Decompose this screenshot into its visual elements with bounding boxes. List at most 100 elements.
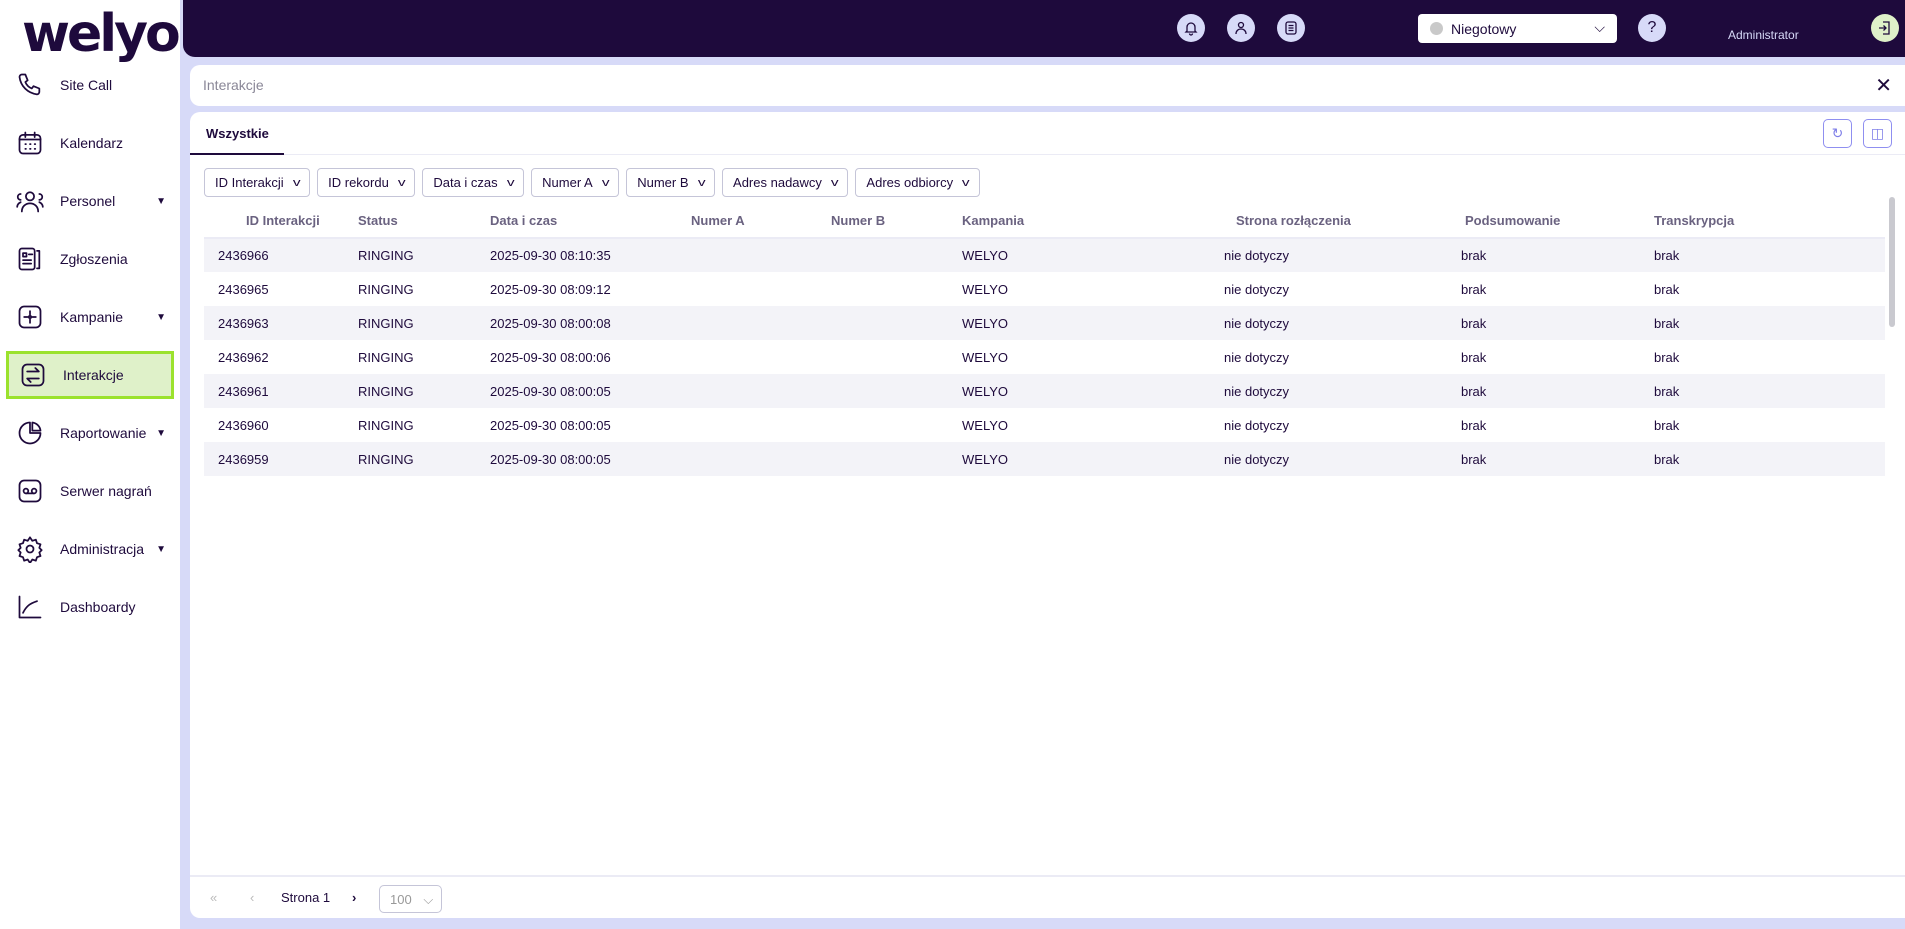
table-cell: brak [1461,349,1487,365]
prev-page-icon[interactable]: ‹ [250,890,254,905]
table-cell: brak [1654,238,1885,272]
table-row[interactable]: 2436966 RINGING 2025-09-30 08:10:35 WELYO ni… [204,238,1885,272]
phone-icon [15,70,45,100]
sidebar-item-label: Personel [60,193,116,209]
caret-down-icon[interactable]: ▼ [156,312,166,323]
sidebar-item-site-call[interactable]: Site Call [6,61,174,109]
sidebar-item-label: Kalendarz [60,135,124,151]
table-cell: 2025-09-30 08:00:08 [470,306,664,340]
help-button[interactable]: ? [1638,14,1666,42]
table-row[interactable]: 2436963 RINGING 2025-09-30 08:00:08 WELYO ni… [204,306,1885,340]
refresh-icon[interactable]: ↻ [1823,119,1852,148]
table-cell: nie dotyczy [1224,374,1461,408]
filter-data-i-czas[interactable]: Data i czas v [422,168,525,197]
table-cell: WELYO [962,238,1224,272]
list-icon[interactable] [1277,14,1305,42]
breadcrumb: Interakcje [203,77,264,93]
sidebar-item-label: Administracja [60,541,145,557]
table-cell: nie dotyczy [1224,281,1290,297]
table-cell: brak [1654,281,1680,297]
column-header[interactable]: Transkrypcja [1654,204,1885,239]
tab-all[interactable]: Wszystkie [190,112,284,155]
table-cell: 2436965 [218,281,269,297]
page-label: Strona 1 [281,890,331,905]
table-cell: brak [1654,374,1885,408]
page-size-select[interactable]: 100 ⌵ [379,885,442,913]
sidebar-item-label: Zgłoszenia [60,251,128,267]
welyo-logo[interactable]: welyo [22,4,181,64]
first-page-icon[interactable]: « [210,890,217,905]
sidebar-item-raportowanie[interactable]: Raportowanie ▼ [6,409,174,457]
status-value: Niegotowy [1451,20,1517,37]
table-cell [664,238,812,272]
caret-down-icon[interactable]: ▼ [156,196,166,207]
table-row[interactable]: 2436962 RINGING 2025-09-30 08:00:06 WELYO ni… [204,340,1885,374]
logout-icon[interactable] [1871,14,1899,42]
table-row[interactable]: 2436961 RINGING 2025-09-30 08:00:05 WELYO ni… [204,374,1885,408]
sidebar-item-serwer-nagra[interactable]: Serwer nagrań [6,467,174,515]
filter-adres-nadawcy[interactable]: Adres nadawcy v [722,168,849,197]
sidebar-item-interakcje[interactable]: Interakcje [6,351,174,399]
sidebar-item-kampanie[interactable]: Kampanie ▼ [6,293,174,341]
column-header[interactable]: ID Interakcji [204,204,340,239]
filter-label: Numer B [637,175,689,190]
table-cell: 2436959 [204,442,340,476]
filter-id-rekordu[interactable]: ID rekordu v [317,168,416,197]
table-cell: 2025-09-30 08:09:12 [490,281,611,297]
filter-adres-odbiorcy[interactable]: Adres odbiorcy v [855,168,980,197]
table-cell: brak [1654,349,1680,365]
column-header[interactable]: Data i czas [470,204,664,239]
chevron-down-icon: v [506,176,515,189]
column-header[interactable]: Numer A [664,204,812,239]
bell-icon[interactable] [1177,14,1205,42]
sidebar-item-personel[interactable]: Personel ▼ [6,177,174,225]
table-row[interactable]: 2436959 RINGING 2025-09-30 08:00:05 WELYO ni… [204,442,1885,476]
table-cell: WELYO [962,417,1008,433]
chevron-down-icon: v [697,176,706,189]
sidebar-item-label: Raportowanie [60,425,147,441]
table-row[interactable]: 2436965 RINGING 2025-09-30 08:09:12 WELYO ni… [204,272,1885,306]
interactions-icon [18,360,48,390]
column-header[interactable]: Numer B [812,204,962,239]
table-row[interactable]: 2436960 RINGING 2025-09-30 08:00:05 WELYO ni… [204,408,1885,442]
table-cell: brak [1461,374,1654,408]
column-header[interactable]: Podsumowanie [1461,204,1654,239]
table-cell: 2025-09-30 08:00:05 [470,442,664,476]
table-cell [664,442,812,476]
status-select[interactable]: Niegotowy ⌵ [1418,14,1617,43]
sidebar-item-dashboardy[interactable]: Dashboardy [6,583,174,631]
chevron-down-icon: ⌵ [423,892,434,907]
table-cell: brak [1654,442,1885,476]
filter-label: Adres odbiorcy [866,175,954,190]
filter-label: ID rekordu [328,175,389,190]
sidebar-item-zgoszenia[interactable]: Zgłoszenia [6,235,174,283]
scrollbar[interactable] [1889,197,1895,327]
table-cell: brak [1461,281,1487,297]
sidebar-item-administracja[interactable]: Administracja ▼ [6,525,174,573]
table-cell: WELYO [962,306,1224,340]
filter-numer-a[interactable]: Numer A v [531,168,620,197]
agents-icon[interactable] [1227,14,1255,42]
close-icon[interactable]: ✕ [1875,73,1892,98]
table-cell: nie dotyczy [1224,306,1461,340]
column-header[interactable]: Kampania [962,204,1224,239]
caret-down-icon[interactable]: ▼ [156,428,166,439]
next-page-icon[interactable]: › [352,890,356,905]
table-cell: 2436963 [204,306,340,340]
pie-chart-icon [15,418,45,448]
table-cell: nie dotyczy [1224,442,1461,476]
page-size-value: 100 [390,892,412,907]
table-cell: 2025-09-30 08:00:05 [470,374,664,408]
sidebar-item-kalendarz[interactable]: Kalendarz [6,119,174,167]
column-header[interactable]: Strona rozłączenia [1224,204,1461,239]
user-name: Administrator [1728,28,1799,42]
caret-down-icon[interactable]: ▼ [156,544,166,555]
columns-panel-icon[interactable]: ◫ [1863,119,1892,148]
filter-id-interakcji[interactable]: ID Interakcji v [204,168,311,197]
table-cell: WELYO [962,442,1224,476]
filter-numer-b[interactable]: Numer B v [626,168,716,197]
breadcrumb-bar: Interakcje ✕ [190,65,1905,106]
column-header[interactable]: Status [340,204,470,239]
chevron-down-icon: v [292,176,301,189]
table-cell: RINGING [340,374,470,408]
